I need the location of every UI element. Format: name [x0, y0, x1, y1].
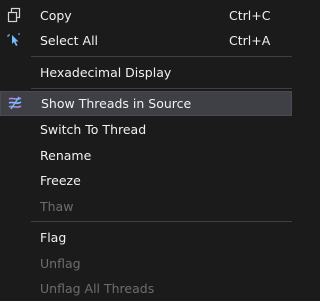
menu-item-copy[interactable]: Copy Ctrl+C	[0, 3, 292, 28]
menu-item-shortcut: Ctrl+C	[229, 8, 271, 23]
menu-item-label: Unflag All Threads	[40, 281, 155, 296]
menu-item-freeze[interactable]: Freeze	[0, 168, 292, 193]
copy-icon	[6, 7, 22, 23]
menu-item-show-threads-in-source[interactable]: Show Threads in Source	[0, 91, 292, 116]
menu-item-label: Copy	[40, 8, 72, 23]
menu-item-label: Switch To Thread	[40, 122, 147, 137]
menu-separator	[31, 221, 292, 222]
menu-item-label: Select All	[40, 33, 99, 48]
select-all-icon	[6, 32, 22, 48]
menu-item-flag[interactable]: Flag	[0, 225, 292, 250]
menu-item-label: Flag	[40, 230, 67, 245]
show-threads-icon	[7, 95, 23, 111]
menu-item-label: Thaw	[40, 199, 74, 214]
menu-item-label: Freeze	[40, 173, 81, 188]
menu-item-label: Show Threads in Source	[41, 96, 192, 111]
menu-separator	[31, 56, 292, 57]
menu-item-rename[interactable]: Rename	[0, 143, 292, 168]
menu-item-unflag-all-threads[interactable]: Unflag All Threads	[0, 276, 292, 301]
menu-item-shortcut: Ctrl+A	[229, 33, 271, 48]
menu-item-unflag[interactable]: Unflag	[0, 251, 292, 276]
menu-item-label: Hexadecimal Display	[40, 65, 172, 80]
menu-item-switch-to-thread[interactable]: Switch To Thread	[0, 117, 292, 142]
menu-item-select-all[interactable]: Select All Ctrl+A	[0, 28, 292, 53]
menu-item-hexadecimal-display[interactable]: Hexadecimal Display	[0, 60, 292, 85]
menu-item-label: Unflag	[40, 256, 81, 271]
context-menu: Copy Ctrl+C Select All Ctrl+A Hexadecima…	[0, 0, 294, 300]
menu-separator	[31, 88, 292, 89]
menu-item-label: Rename	[40, 148, 92, 163]
menu-item-thaw[interactable]: Thaw	[0, 194, 292, 219]
